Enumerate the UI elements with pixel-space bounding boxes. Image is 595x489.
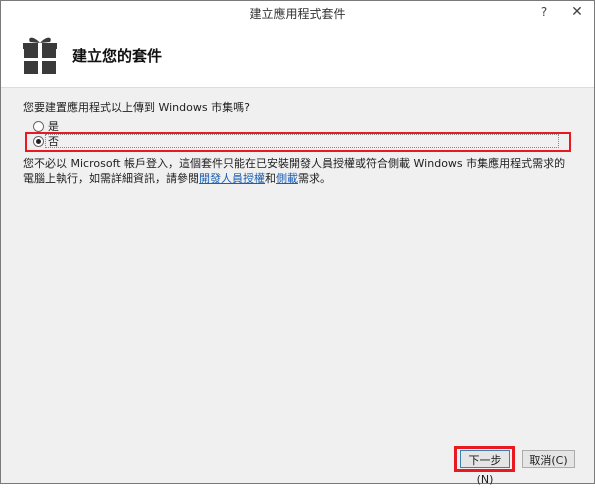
next-button[interactable]: 下一步(N): [460, 450, 510, 486]
title-bar: 建立應用程式套件 ? ✕: [1, 1, 594, 25]
radio-no-circle[interactable]: [33, 135, 44, 147]
header-title: 建立您的套件: [72, 47, 163, 65]
gift-icon: [23, 37, 57, 74]
sideload-link[interactable]: 側載: [276, 172, 298, 185]
close-button[interactable]: ✕: [564, 1, 590, 23]
radio-option-yes[interactable]: 是: [33, 119, 59, 133]
info-text-end: 需求。: [298, 172, 331, 185]
radio-option-no[interactable]: 否: [33, 134, 59, 148]
upload-question: 您要建置應用程式以上傳到 Windows 市集嗎?: [23, 101, 250, 114]
radio-yes-circle[interactable]: [33, 120, 44, 132]
info-text: 您不必以 Microsoft 帳戶登入，這個套件只能在已安裝開發人員授權或符合側…: [23, 156, 575, 186]
info-text-and: 和: [265, 172, 276, 185]
cancel-button[interactable]: 取消(C): [522, 450, 575, 468]
dialog-window: 建立應用程式套件 ? ✕ 建立您的套件 您要建置應用程式以上傳到 Windows…: [0, 0, 595, 486]
help-button[interactable]: ?: [531, 1, 557, 23]
developer-license-link[interactable]: 開發人員授權: [199, 172, 265, 185]
radio-no-label: 否: [48, 135, 59, 148]
window-title: 建立應用程式套件: [249, 7, 346, 21]
header-banner: 建立您的套件: [1, 25, 594, 88]
focus-rectangle: [45, 134, 559, 148]
